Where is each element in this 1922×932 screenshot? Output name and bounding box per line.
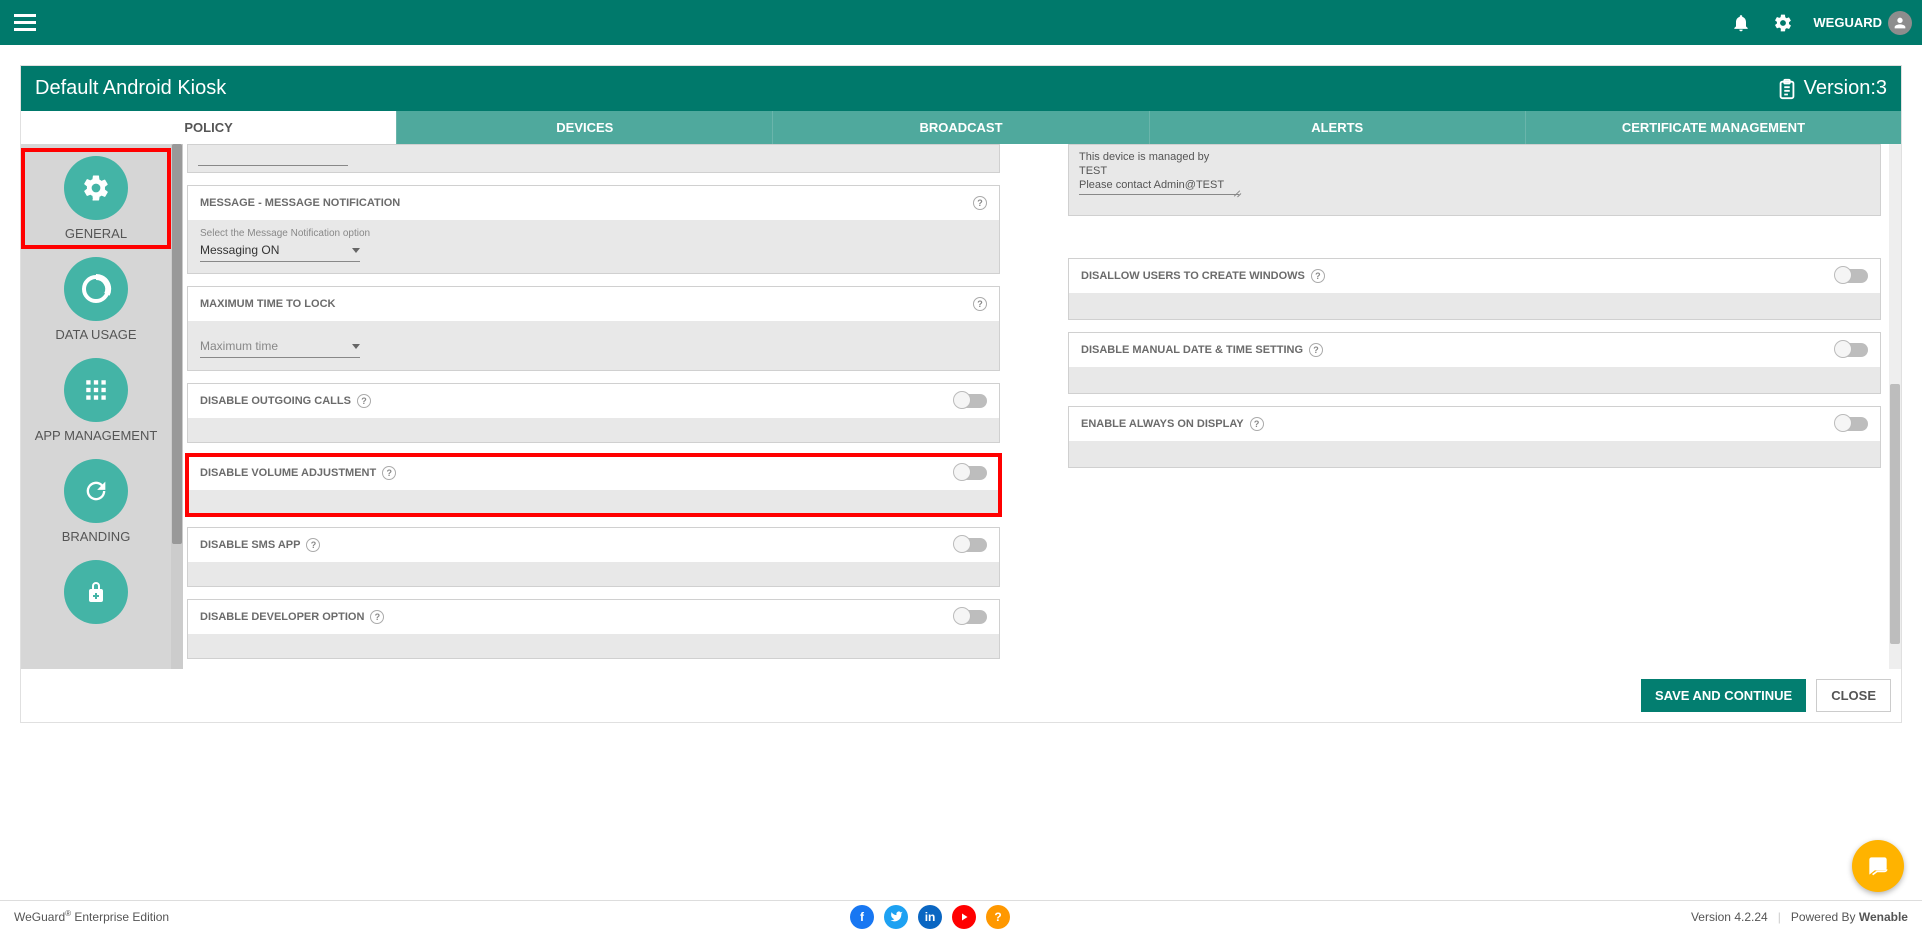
toggle-disallow-create-windows[interactable] (1836, 269, 1868, 283)
settings-column-left: MESSAGE - MESSAGE NOTIFICATION ? Select … (187, 144, 1000, 659)
help-icon[interactable]: ? (1250, 417, 1264, 431)
stub-input[interactable] (198, 152, 348, 166)
card-max-time-lock: MAXIMUM TIME TO LOCK ? Maximum time (187, 286, 1000, 370)
help-icon[interactable]: ? (306, 538, 320, 552)
tab-certificate-management[interactable]: CERTIFICATE MANAGEMENT (1526, 111, 1901, 144)
help-icon[interactable]: ? (370, 610, 384, 624)
policy-sidebar: GENERAL DATA USAGE APP MANAGEMENT (21, 144, 171, 669)
avatar-icon (1888, 11, 1912, 35)
toggle-disable-developer-option[interactable] (955, 610, 987, 624)
card-title: DISALLOW USERS TO CREATE WINDOWS (1081, 270, 1305, 282)
sidebar-item-label: APP MANAGEMENT (35, 428, 158, 443)
refresh-icon (64, 459, 128, 523)
card-device-message: This device is managed by TEST Please co… (1068, 144, 1881, 216)
sidebar-scrollbar[interactable] (171, 144, 183, 669)
sidebar-item-branding[interactable]: BRANDING (21, 451, 171, 552)
card-title: ENABLE ALWAYS ON DISPLAY (1081, 418, 1244, 430)
facebook-icon[interactable]: f (850, 905, 874, 929)
sidebar-item-label: GENERAL (65, 226, 127, 241)
card-disable-outgoing-calls: DISABLE OUTGOING CALLS ? (187, 383, 1000, 443)
tab-devices[interactable]: DEVICES (397, 111, 773, 144)
card-disable-volume-adjustment: DISABLE VOLUME ADJUSTMENT ? (187, 455, 1000, 515)
menu-icon[interactable] (10, 10, 40, 35)
card-truncated-top (187, 144, 1000, 173)
sidebar-item-security[interactable] (21, 552, 171, 624)
chat-fab[interactable] (1852, 840, 1904, 892)
toggle-disable-manual-datetime[interactable] (1836, 343, 1868, 357)
card-title: DISABLE MANUAL DATE & TIME SETTING (1081, 344, 1303, 356)
card-disable-sms-app: DISABLE SMS APP ? (187, 527, 1000, 587)
clipboard-icon (1776, 78, 1798, 100)
card-disallow-create-windows: DISALLOW USERS TO CREATE WINDOWS ? (1068, 258, 1881, 320)
field-hint: Select the Message Notification option (200, 228, 987, 239)
help-icon[interactable]: ? (1311, 269, 1325, 283)
social-links: f in ? (850, 905, 1010, 929)
card-disable-developer-option: DISABLE DEVELOPER OPTION ? (187, 599, 1000, 659)
toggle-disable-sms-app[interactable] (955, 538, 987, 552)
panel-header: Default Android Kiosk Version:3 (21, 66, 1901, 111)
card-title: MAXIMUM TIME TO LOCK (200, 298, 335, 310)
chevron-down-icon (352, 344, 360, 349)
message-notification-select[interactable]: Messaging ON (200, 239, 360, 262)
tab-policy[interactable]: POLICY (21, 111, 397, 144)
card-disable-manual-datetime: DISABLE MANUAL DATE & TIME SETTING ? (1068, 332, 1881, 394)
help-icon[interactable]: ? (973, 297, 987, 311)
lock-icon (64, 560, 128, 624)
max-time-lock-select[interactable]: Maximum time (200, 335, 360, 358)
data-usage-icon (64, 257, 128, 321)
edition-label: WeGuard® Enterprise Edition (14, 909, 169, 924)
card-title: DISABLE DEVELOPER OPTION (200, 611, 364, 623)
apps-icon (64, 358, 128, 422)
panel-title: Default Android Kiosk (35, 77, 226, 100)
toggle-enable-always-on-display[interactable] (1836, 417, 1868, 431)
resize-handle-icon[interactable] (1231, 186, 1241, 196)
sidebar-item-data-usage[interactable]: DATA USAGE (21, 249, 171, 350)
card-title: DISABLE VOLUME ADJUSTMENT (200, 467, 376, 479)
panel-footer: SAVE AND CONTINUE CLOSE (21, 669, 1901, 722)
sidebar-item-label: DATA USAGE (55, 327, 136, 342)
tabs: POLICY DEVICES BROADCAST ALERTS CERTIFIC… (21, 111, 1901, 144)
chevron-down-icon (352, 248, 360, 253)
user-label: WEGUARD (1813, 15, 1882, 30)
sidebar-item-app-management[interactable]: APP MANAGEMENT (21, 350, 171, 451)
help-icon[interactable]: ? (382, 466, 396, 480)
gear-icon (64, 156, 128, 220)
notifications-icon[interactable] (1729, 11, 1753, 35)
bottom-bar: WeGuard® Enterprise Edition f in ? Versi… (0, 900, 1922, 932)
sidebar-item-label: BRANDING (62, 529, 131, 544)
app-version: Version 4.2.24 (1691, 910, 1768, 924)
settings-column-right: This device is managed by TEST Please co… (1068, 144, 1885, 659)
help-icon[interactable]: ? (973, 196, 987, 210)
toggle-disable-outgoing-calls[interactable] (955, 394, 987, 408)
youtube-icon[interactable] (952, 905, 976, 929)
save-and-continue-button[interactable]: SAVE AND CONTINUE (1641, 679, 1806, 712)
card-title: DISABLE SMS APP (200, 539, 300, 551)
tab-broadcast[interactable]: BROADCAST (773, 111, 1149, 144)
help-icon[interactable]: ? (357, 394, 371, 408)
help-icon[interactable]: ? (1309, 343, 1323, 357)
twitter-icon[interactable] (884, 905, 908, 929)
settings-icon[interactable] (1771, 11, 1795, 35)
card-message-notification: MESSAGE - MESSAGE NOTIFICATION ? Select … (187, 185, 1000, 274)
device-message-textarea[interactable]: This device is managed by TEST Please co… (1079, 151, 1239, 195)
help-social-icon[interactable]: ? (986, 905, 1010, 929)
version-badge: Version:3 (1776, 77, 1887, 100)
powered-by: Powered By Wenable (1791, 910, 1908, 924)
content-scrollbar[interactable] (1889, 144, 1901, 669)
user-menu[interactable]: WEGUARD (1813, 11, 1912, 35)
linkedin-icon[interactable]: in (918, 905, 942, 929)
sidebar-item-general[interactable]: GENERAL (21, 148, 171, 249)
card-enable-always-on-display: ENABLE ALWAYS ON DISPLAY ? (1068, 406, 1881, 468)
appbar: WEGUARD (0, 0, 1922, 45)
card-title: MESSAGE - MESSAGE NOTIFICATION (200, 197, 400, 209)
toggle-disable-volume-adjustment[interactable] (955, 466, 987, 480)
close-button[interactable]: CLOSE (1816, 679, 1891, 712)
tab-alerts[interactable]: ALERTS (1150, 111, 1526, 144)
card-title: DISABLE OUTGOING CALLS (200, 395, 351, 407)
